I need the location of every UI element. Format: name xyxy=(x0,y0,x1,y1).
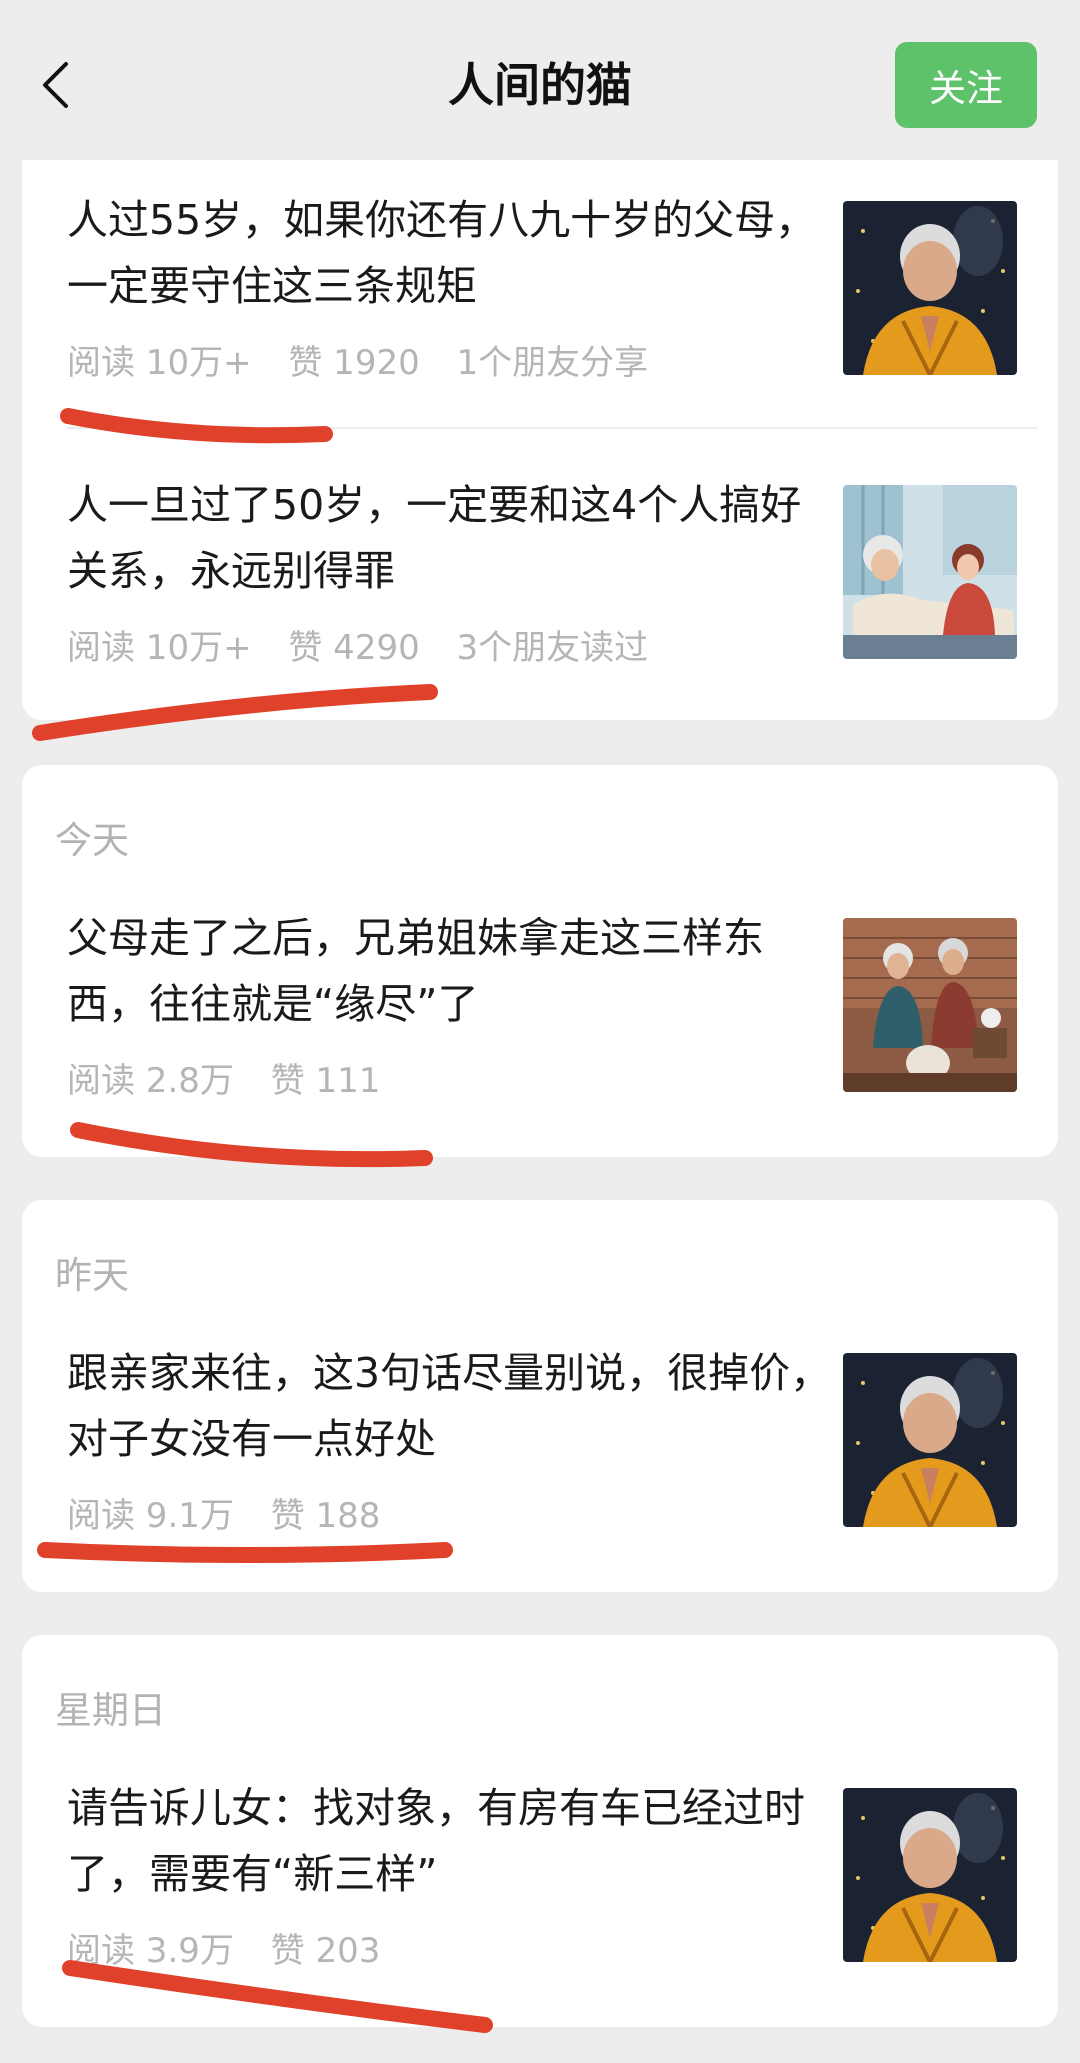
like-count: 赞 188 xyxy=(270,1496,381,1536)
article-title[interactable]: 跟亲家来往，这3句话尽量别说，很掉价，对子女没有一点好处 xyxy=(67,1340,837,1472)
like-count: 赞 4290 xyxy=(288,628,420,668)
date-label: 星期日 xyxy=(55,1689,166,1732)
article-group-card: 人过55岁，如果你还有八九十岁的父母，一定要守住这三条规矩 阅读 10万+ 赞 … xyxy=(22,120,1058,720)
article-thumbnail[interactable] xyxy=(843,1353,1017,1527)
article-thumbnail[interactable] xyxy=(843,485,1017,659)
follow-button[interactable]: 关注 xyxy=(895,42,1037,128)
article-group-card: 星期日 请告诉儿女：找对象，有房有车已经过时了，需要有“新三样” 阅读 3.9万… xyxy=(22,1635,1058,2027)
article-meta: 阅读 3.9万 赞 203 xyxy=(67,1923,406,1972)
article-meta: 阅读 2.8万 赞 111 xyxy=(67,1053,406,1102)
article-meta: 阅读 10万+ 赞 1920 1个朋友分享 xyxy=(67,335,674,384)
article-title[interactable]: 请告诉儿女：找对象，有房有车已经过时了，需要有“新三样” xyxy=(67,1775,837,1907)
top-bar: 人间的猫 关注 xyxy=(0,0,1080,160)
divider xyxy=(67,427,1037,429)
article-meta: 阅读 10万+ 赞 4290 3个朋友读过 xyxy=(67,620,674,669)
article-thumbnail[interactable] xyxy=(843,1788,1017,1962)
date-label: 今天 xyxy=(55,819,129,862)
like-count: 赞 1920 xyxy=(288,343,420,383)
like-count: 赞 111 xyxy=(270,1061,381,1101)
read-count: 阅读 2.8万 xyxy=(67,1061,234,1101)
article-meta: 阅读 9.1万 赞 188 xyxy=(67,1488,406,1537)
article-group-card: 今天 父母走了之后，兄弟姐妹拿走这三样东西，往往就是“缘尽”了 阅读 2.8万 … xyxy=(22,765,1058,1157)
read-count: 阅读 3.9万 xyxy=(67,1931,234,1971)
article-group-card: 昨天 跟亲家来往，这3句话尽量别说，很掉价，对子女没有一点好处 阅读 9.1万 … xyxy=(22,1200,1058,1592)
read-count: 阅读 10万+ xyxy=(67,628,252,668)
read-count: 阅读 9.1万 xyxy=(67,1496,234,1536)
article-title[interactable]: 人过55岁，如果你还有八九十岁的父母，一定要守住这三条规矩 xyxy=(67,187,837,319)
article-title[interactable]: 人一旦过了50岁，一定要和这4个人搞好关系，永远别得罪 xyxy=(67,472,837,604)
date-label: 昨天 xyxy=(55,1254,129,1297)
like-count: 赞 203 xyxy=(270,1931,381,1971)
article-thumbnail[interactable] xyxy=(843,201,1017,375)
read-count: 阅读 10万+ xyxy=(67,343,252,383)
friend-activity: 1个朋友分享 xyxy=(456,343,649,383)
article-thumbnail[interactable] xyxy=(843,918,1017,1092)
friend-activity: 3个朋友读过 xyxy=(456,628,649,668)
article-title[interactable]: 父母走了之后，兄弟姐妹拿走这三样东西，往往就是“缘尽”了 xyxy=(67,905,837,1037)
